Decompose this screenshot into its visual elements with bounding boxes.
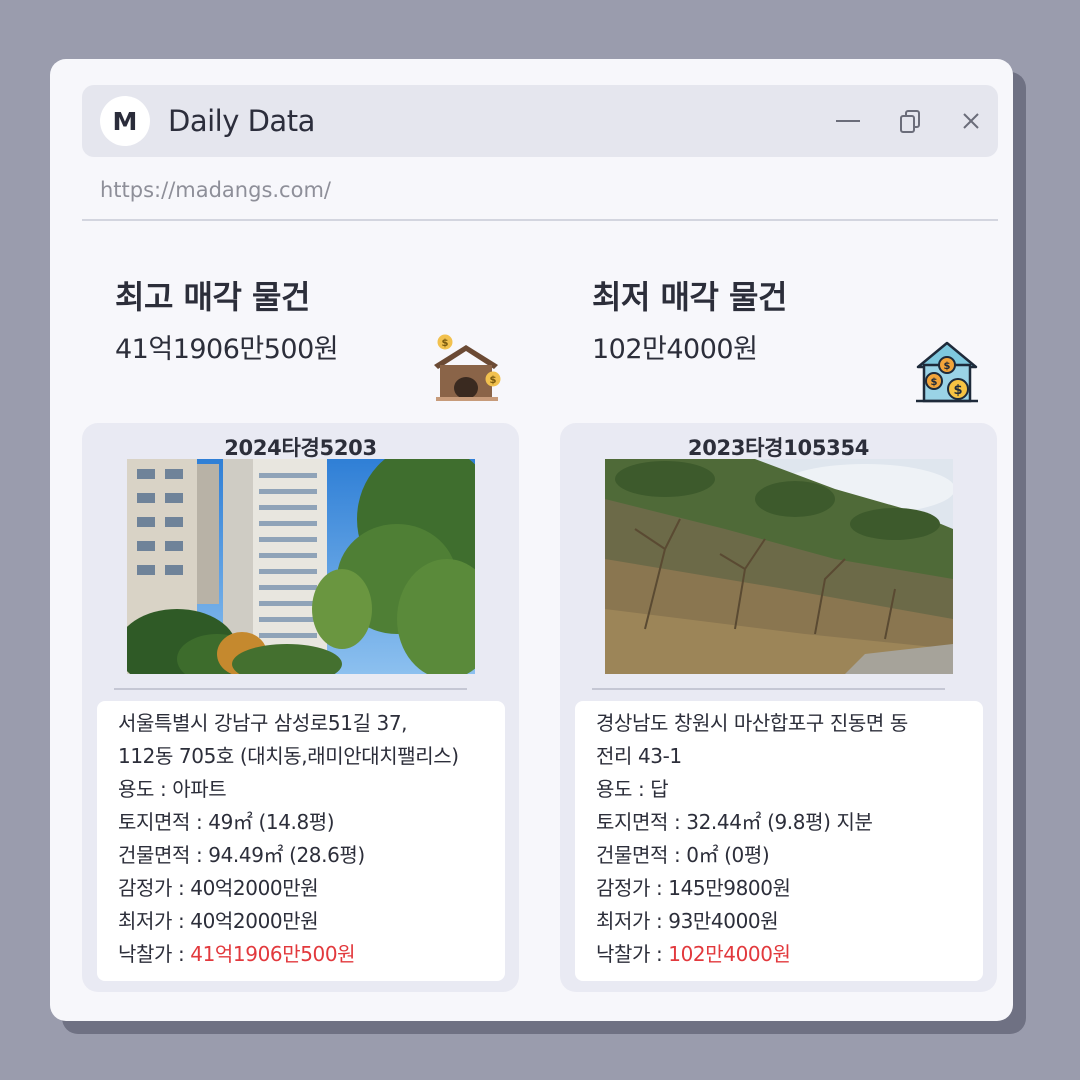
highest-card[interactable]: 2024타경5203 서울특별시 강남구 삼성로51길 37, 112동 705… (82, 423, 519, 992)
app-window: M Daily Data https://madangs.com/ 최고 매각 … (50, 59, 1013, 1021)
highest-price: 41억1906만500원 (115, 334, 339, 365)
minimum-price-row: 최저가 : 93만4000원 (596, 905, 983, 938)
avatar[interactable]: M (100, 96, 150, 146)
address-line: 112동 705호 (대치동,래미안대치팰리스) (118, 744, 459, 768)
property-info: 서울특별시 강남구 삼성로51길 37, 112동 705호 (대치동,래미안대… (97, 701, 505, 981)
winning-bid-label: 낙찰가 : (118, 942, 191, 966)
card-divider (592, 688, 945, 690)
usage-row: 용도 : 답 (596, 773, 983, 806)
address-line: 전리 43-1 (596, 744, 682, 768)
minimize-button[interactable] (830, 103, 866, 139)
usage-value: 아파트 (172, 777, 227, 801)
minimum-price-value: 40억2000만원 (190, 909, 319, 933)
usage-label: 용도 : (118, 777, 173, 801)
house-dollar-icon: $ $ $ (916, 341, 978, 403)
usage-row: 용도 : 아파트 (118, 773, 505, 806)
usage-label: 용도 : (596, 777, 651, 801)
building-area-label: 건물면적 : (596, 843, 687, 867)
case-number: 2023타경105354 (687, 436, 870, 460)
lowest-card[interactable]: 2023타경105354 경상남도 창원시 마산합포구 진동면 동 전리 43-… (560, 423, 997, 992)
winning-bid-row: 낙찰가 : 41억1906만500원 (118, 938, 505, 971)
svg-text:$: $ (944, 361, 951, 372)
close-icon (963, 113, 979, 129)
appraisal-value: 40억2000만원 (190, 876, 319, 900)
land-area-row: 토지면적 : 49㎡ (14.8평) (118, 806, 505, 839)
winning-bid-row: 낙찰가 : 102만4000원 (596, 938, 983, 971)
minimum-price-value: 93만4000원 (668, 909, 779, 933)
usage-value: 답 (650, 777, 669, 801)
land-area-row: 토지면적 : 32.44㎡ (9.8평) 지분 (596, 806, 983, 839)
building-area-value: 0㎡ (0평) (686, 843, 770, 867)
building-area-label: 건물면적 : (118, 843, 209, 867)
title-bar: M Daily Data (82, 85, 998, 157)
land-area-value: 32.44㎡ (9.8평) 지분 (686, 810, 873, 834)
card-divider (114, 688, 467, 690)
minimum-price-label: 최저가 : (118, 909, 191, 933)
address-line: 서울특별시 강남구 삼성로51길 37, (118, 711, 408, 735)
winning-bid-value: 41억1906만500원 (190, 942, 356, 966)
winning-bid-value: 102만4000원 (668, 942, 791, 966)
appraisal-row: 감정가 : 40억2000만원 (118, 872, 505, 905)
copy-icon (900, 110, 920, 133)
url-text[interactable]: https://madangs.com/ (100, 178, 331, 202)
appraisal-label: 감정가 : (596, 876, 669, 900)
copy-button[interactable] (893, 103, 929, 139)
appraisal-row: 감정가 : 145만9800원 (596, 872, 983, 905)
appraisal-value: 145만9800원 (668, 876, 791, 900)
svg-text:$: $ (953, 383, 962, 398)
building-area-row: 건물면적 : 94.49㎡ (28.6평) (118, 839, 505, 872)
lowest-price: 102만4000원 (592, 334, 758, 365)
minimize-icon (836, 120, 860, 122)
hillside-land-photo (605, 459, 953, 674)
case-number: 2024타경5203 (224, 436, 377, 460)
winning-bid-label: 낙찰가 : (596, 942, 669, 966)
lowest-heading: 최저 매각 물건 (592, 278, 787, 316)
land-area-label: 토지면적 : (596, 810, 687, 834)
building-area-row: 건물면적 : 0㎡ (0평) (596, 839, 983, 872)
svg-text:$: $ (490, 375, 497, 386)
land-area-label: 토지면적 : (118, 810, 209, 834)
close-button[interactable] (953, 103, 989, 139)
building-area-value: 94.49㎡ (28.6평) (208, 843, 365, 867)
app-title: Daily Data (168, 104, 315, 138)
land-area-value: 49㎡ (14.8평) (208, 810, 335, 834)
address-line: 경상남도 창원시 마산합포구 진동면 동 (596, 711, 908, 735)
svg-text:$: $ (442, 338, 449, 349)
property-info: 경상남도 창원시 마산합포구 진동면 동 전리 43-1 용도 : 답 토지면적… (575, 701, 983, 981)
highest-heading: 최고 매각 물건 (115, 278, 310, 316)
house-with-coins-icon: $ $ (434, 334, 501, 401)
svg-text:$: $ (931, 377, 938, 388)
apartment-buildings-photo (127, 459, 475, 674)
minimum-price-label: 최저가 : (596, 909, 669, 933)
divider (82, 219, 998, 221)
minimum-price-row: 최저가 : 40억2000만원 (118, 905, 505, 938)
appraisal-label: 감정가 : (118, 876, 191, 900)
